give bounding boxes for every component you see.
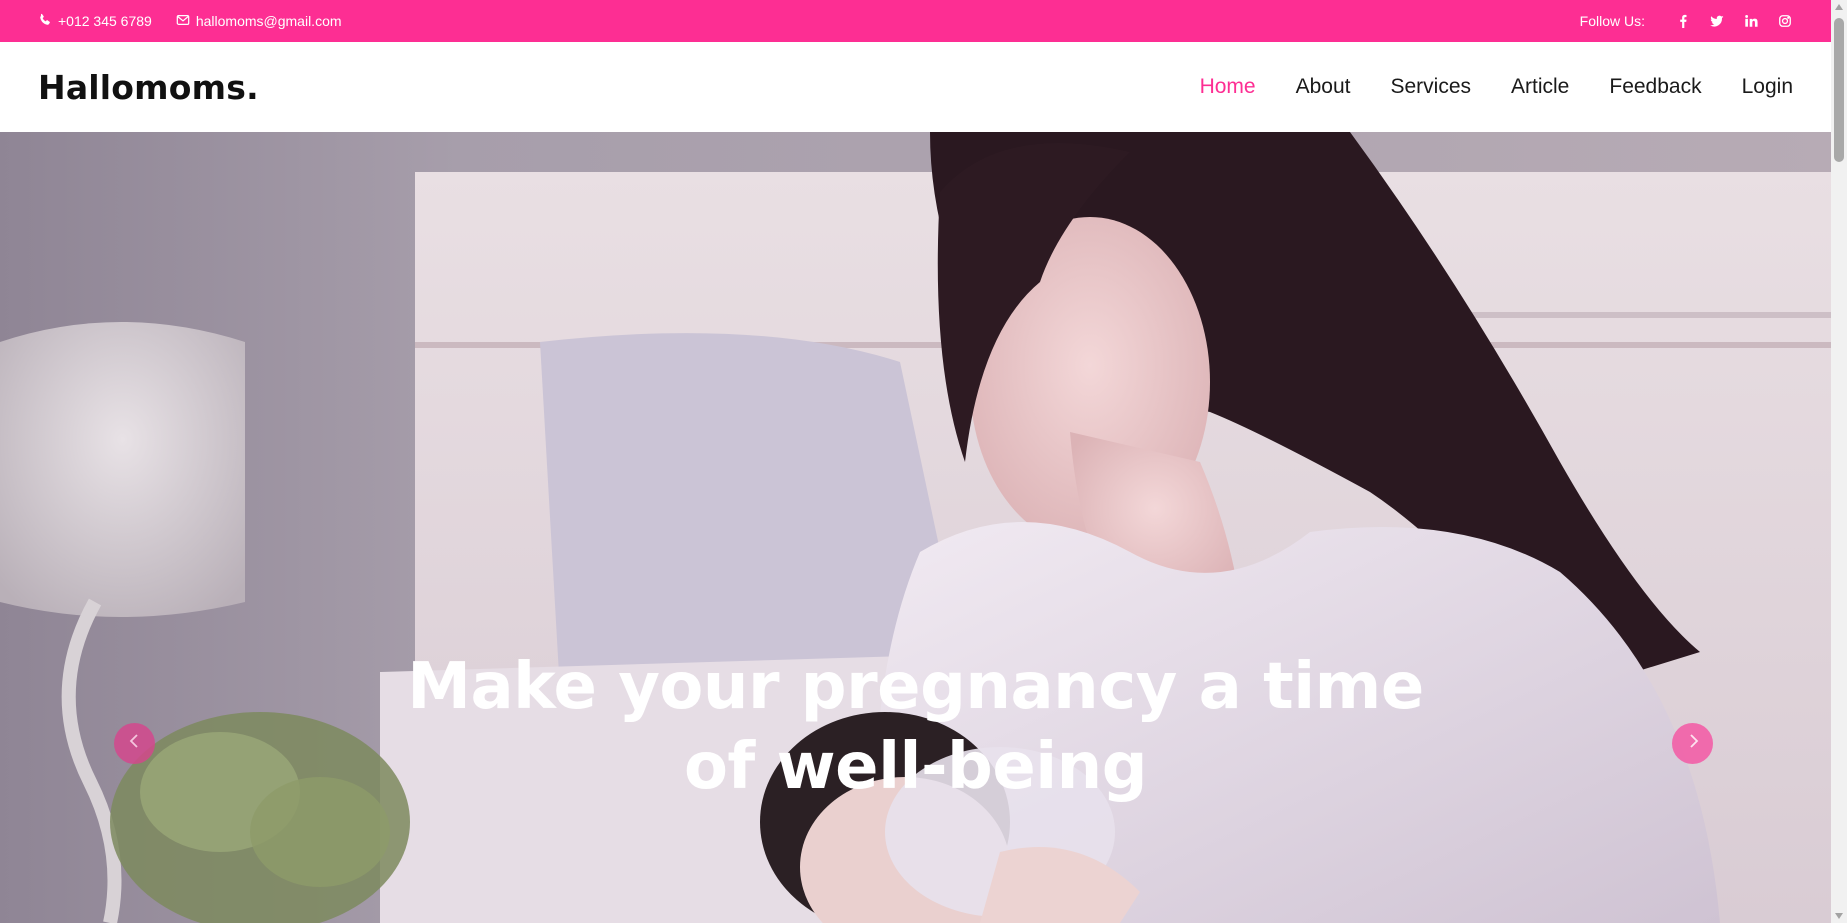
nav-item-article[interactable]: Article <box>1511 75 1569 99</box>
main-navbar: Hallomoms. Home About Services Article F… <box>0 42 1831 132</box>
scroll-up-icon[interactable] <box>1835 4 1843 10</box>
site-logo[interactable]: Hallomoms. <box>38 68 259 107</box>
nav-item-login[interactable]: Login <box>1742 75 1793 99</box>
main-nav: Home About Services Article Feedback Log… <box>1160 75 1793 99</box>
email-address: hallomoms@gmail.com <box>195 13 342 29</box>
twitter-icon[interactable] <box>1709 13 1725 29</box>
top-contact-bar: +012 345 6789 hallomoms@gmail.com Follow… <box>0 0 1831 42</box>
linkedin-icon[interactable] <box>1743 13 1759 29</box>
facebook-icon[interactable] <box>1675 13 1691 29</box>
hero-carousel: Make your pregnancy a time of well-being <box>0 132 1831 923</box>
nav-item-services[interactable]: Services <box>1390 75 1471 99</box>
scroll-down-icon[interactable] <box>1835 913 1843 919</box>
email-contact[interactable]: hallomoms@gmail.com <box>176 13 342 30</box>
hero-title: Make your pregnancy a time of well-being <box>0 647 1831 807</box>
phone-contact[interactable]: +012 345 6789 <box>38 13 152 30</box>
carousel-next-button[interactable] <box>1672 723 1713 764</box>
envelope-icon <box>176 13 196 30</box>
follow-label: Follow Us: <box>1579 13 1645 29</box>
hero-title-line-2: of well-being <box>683 730 1148 804</box>
carousel-prev-button[interactable] <box>114 723 155 764</box>
social-links: Follow Us: <box>1580 13 1793 29</box>
contact-info: +012 345 6789 hallomoms@gmail.com <box>38 13 366 30</box>
chevron-left-icon <box>126 732 144 755</box>
scrollbar-thumb[interactable] <box>1834 18 1844 162</box>
nav-item-about[interactable]: About <box>1296 75 1351 99</box>
hero-title-line-1: Make your pregnancy a time <box>407 650 1424 724</box>
page-scrollbar[interactable] <box>1831 0 1847 923</box>
phone-icon <box>38 13 58 30</box>
chevron-right-icon <box>1684 732 1702 755</box>
nav-item-home[interactable]: Home <box>1200 75 1256 99</box>
page: +012 345 6789 hallomoms@gmail.com Follow… <box>0 0 1847 923</box>
instagram-icon[interactable] <box>1777 13 1793 29</box>
phone-number: +012 345 6789 <box>58 13 152 29</box>
nav-item-feedback[interactable]: Feedback <box>1609 75 1701 99</box>
